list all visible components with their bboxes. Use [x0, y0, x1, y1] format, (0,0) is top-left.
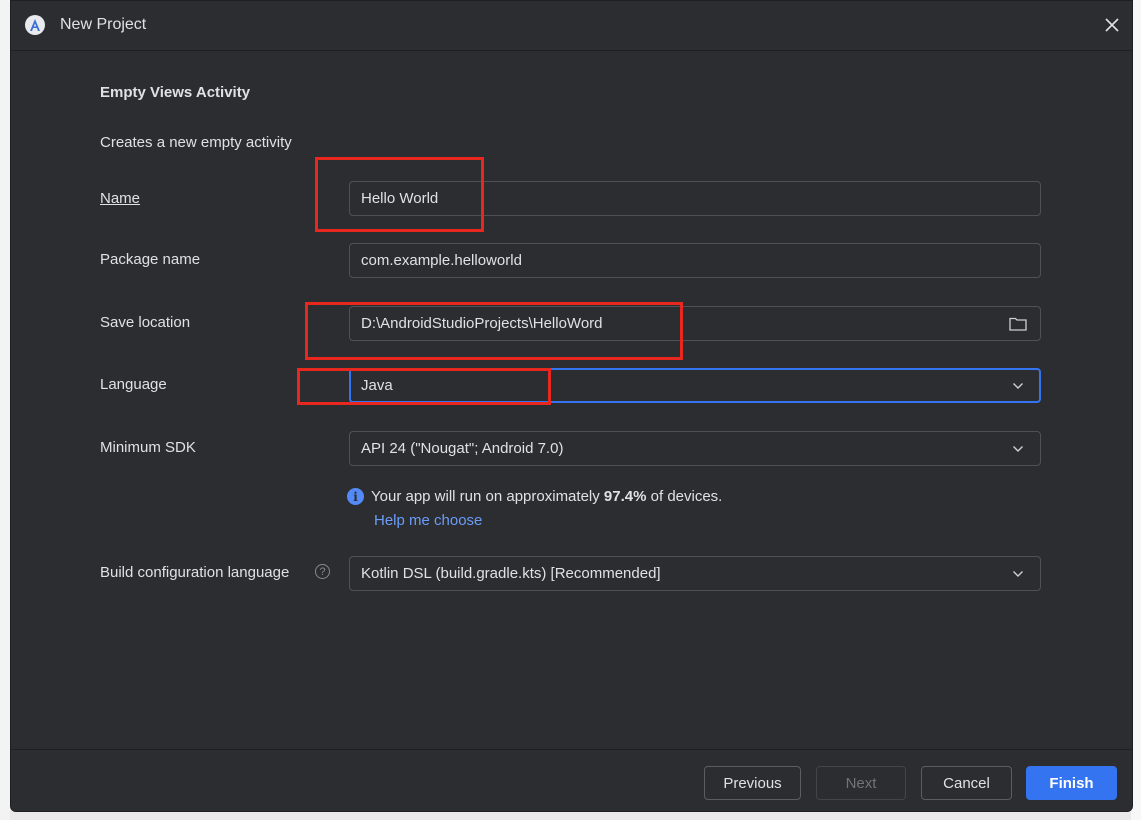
build-config-value: Kotlin DSL (build.gradle.kts) [Recommend… [361, 565, 661, 582]
info-icon: i [347, 488, 364, 505]
package-name-label: Package name [100, 251, 201, 268]
build-config-select[interactable]: Kotlin DSL (build.gradle.kts) [Recommend… [349, 556, 1041, 591]
language-select[interactable]: Java [349, 368, 1041, 403]
build-config-label: Build configuration language [100, 564, 290, 581]
folder-icon[interactable] [1007, 313, 1029, 335]
name-label: Name [100, 190, 140, 207]
background-window-left [0, 0, 10, 820]
footer-divider [11, 749, 1132, 750]
package-name-value: com.example.helloworld [361, 252, 522, 269]
template-heading: Empty Views Activity [100, 84, 251, 101]
minimum-sdk-label: Minimum SDK [100, 439, 196, 456]
chevron-down-icon [1007, 438, 1029, 460]
language-label: Language [100, 376, 167, 393]
device-coverage-text: Your app will run on approximately 97.4%… [371, 488, 722, 505]
next-button[interactable]: Next [816, 766, 906, 800]
help-question-icon[interactable]: ? [315, 564, 330, 579]
close-icon [1105, 18, 1119, 32]
finish-button[interactable]: Finish [1026, 766, 1117, 800]
chevron-down-icon [1007, 375, 1029, 397]
cancel-button[interactable]: Cancel [921, 766, 1012, 800]
name-label-text: Name [100, 190, 141, 207]
save-location-input[interactable]: D:\AndroidStudioProjects\HelloWord [349, 306, 1041, 341]
template-description: Creates a new empty activity [100, 134, 292, 151]
name-input[interactable]: Hello World [349, 181, 1041, 216]
coverage-text-after: of devices. [646, 488, 723, 505]
save-location-label: Save location [100, 314, 191, 331]
package-name-input[interactable]: com.example.helloworld [349, 243, 1041, 278]
dialog-titlebar: New Project [11, 1, 1132, 51]
language-value: Java [361, 377, 393, 394]
help-me-choose-link[interactable]: Help me choose [374, 512, 482, 529]
dialog-title: New Project [60, 16, 147, 33]
android-studio-logo-icon [25, 15, 45, 35]
coverage-text-before: Your app will run on approximately [371, 488, 604, 505]
close-button[interactable] [1100, 13, 1124, 37]
new-project-dialog: New Project Empty Views Activity Creates… [10, 0, 1133, 812]
minimum-sdk-select[interactable]: API 24 ("Nougat"; Android 7.0) [349, 431, 1041, 466]
save-location-value: D:\AndroidStudioProjects\HelloWord [361, 315, 603, 332]
minimum-sdk-value: API 24 ("Nougat"; Android 7.0) [361, 440, 564, 457]
chevron-down-icon [1007, 563, 1029, 585]
coverage-percent: 97.4% [603, 488, 647, 505]
previous-button[interactable]: Previous [704, 766, 801, 800]
name-input-value: Hello World [361, 190, 439, 207]
